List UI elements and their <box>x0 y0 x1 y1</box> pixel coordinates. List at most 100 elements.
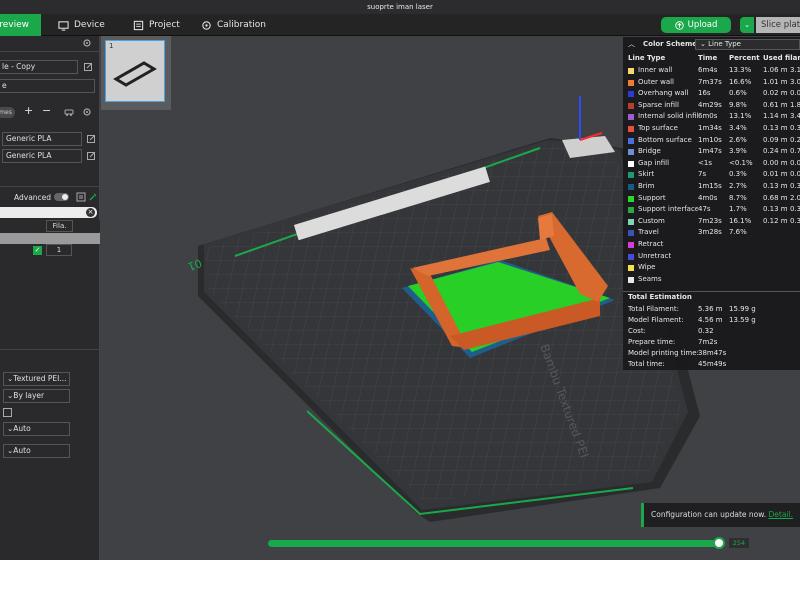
bottom-blank-area <box>0 560 800 600</box>
legend-row[interactable]: Internal solid infill 6m0s 13.1% 1.14 m 3.4 <box>623 111 800 123</box>
legend-color-swatch <box>628 68 634 74</box>
advanced-toggle[interactable] <box>54 193 69 201</box>
edit-icon[interactable] <box>83 62 93 72</box>
settings-sidebar: le - Copy e mes + − Generic PLA Generic … <box>0 36 100 560</box>
slice-plate-button[interactable]: Slice plate <box>756 17 800 33</box>
legend-weight: 3.1 <box>790 66 800 74</box>
edit-icon[interactable] <box>86 134 96 144</box>
legend-line-type: Custom <box>638 216 665 225</box>
legend-row[interactable]: Sparse infill 4m29s 9.8% 0.61 m 1.8 <box>623 100 800 112</box>
slice-dropdown-button[interactable]: ⌄ <box>740 17 754 33</box>
legend-time: 6m4s <box>698 66 718 74</box>
remove-icon[interactable]: − <box>42 104 51 117</box>
legend-color-swatch <box>628 218 634 225</box>
plate-type-select[interactable]: ⌄Textured PEI... <box>3 372 70 386</box>
color-scheme-select[interactable]: ⌄ Line Type <box>695 39 800 50</box>
legend-row[interactable]: Bottom surface 1m10s 2.6% 0.09 m 0.2 <box>623 135 800 147</box>
legend-row[interactable]: Inner wall 6m4s 13.3% 1.06 m 3.1 <box>623 65 800 77</box>
sequence-select[interactable]: ⌄By layer <box>3 389 70 403</box>
legend-line-type: Inner wall <box>638 66 673 74</box>
process-profile-field[interactable]: e <box>0 79 95 93</box>
legend-row[interactable]: Unretract <box>623 251 800 263</box>
legend-percent: 16.6% <box>729 77 752 86</box>
notification-detail-link[interactable]: Detail. <box>768 510 792 519</box>
legend-percent: 13.3% <box>729 66 752 74</box>
total-value-1: 7m2s <box>698 338 718 346</box>
filament-2-field[interactable]: Generic PLA <box>2 149 82 163</box>
list-icon[interactable] <box>76 192 86 202</box>
plate-thumbnail[interactable]: 1 <box>101 36 171 110</box>
upload-button[interactable]: Upload <box>661 17 731 33</box>
legend-time: 3m28s <box>698 228 722 237</box>
gear-icon[interactable] <box>82 107 92 117</box>
auto-select-1[interactable]: ⌄Auto <box>3 422 70 436</box>
legend-length: 0.24 m <box>763 147 788 156</box>
model-support-tower <box>538 214 554 240</box>
legend-time: 6m0s <box>698 112 718 121</box>
legend-weight: 0.3 <box>790 205 800 214</box>
checkbox[interactable] <box>3 408 12 417</box>
tab-device[interactable]: Device <box>58 14 105 36</box>
auto-select-2[interactable]: ⌄Auto <box>3 444 70 458</box>
gear-icon[interactable] <box>82 38 92 48</box>
total-row: Model Filament: 4.56 m 13.59 g <box>623 315 800 327</box>
total-label: Prepare time: <box>628 338 676 346</box>
filament-number-cell[interactable]: 1 <box>46 244 72 256</box>
legend-row[interactable]: Seams <box>623 274 800 286</box>
project-icon <box>133 20 144 30</box>
legend-time: 16s <box>698 89 711 98</box>
wrench-icon[interactable] <box>88 192 98 202</box>
legend-color-swatch <box>628 114 634 121</box>
layer-slider-handle[interactable] <box>713 537 725 549</box>
total-label: Total Filament: <box>628 305 679 313</box>
collapse-icon[interactable]: ︿ <box>628 39 635 49</box>
tab-calibration[interactable]: Calibration <box>201 14 266 36</box>
legend-row[interactable]: Wipe <box>623 262 800 274</box>
legend-header-percent: Percent <box>729 54 760 62</box>
plate-preview-image <box>113 61 157 87</box>
legend-row[interactable]: Brim 1m15s 2.7% 0.13 m 0.3 <box>623 181 800 193</box>
color-scheme-legend: ︿ Color Scheme ⌄ Line Type Line Type Tim… <box>623 37 800 370</box>
total-estimation-label: Total Estimation <box>628 293 692 301</box>
legend-row[interactable]: Support 4m0s 8.7% 0.68 m 2.0 <box>623 193 800 205</box>
legend-row[interactable]: Gap infill <1s <0.1% 0.00 m 0.0 <box>623 158 800 170</box>
add-icon[interactable]: + <box>24 104 33 117</box>
printer-profile-field[interactable]: le - Copy <box>0 60 78 74</box>
total-row: Prepare time: 7m2s <box>623 337 800 349</box>
legend-row[interactable]: Bridge 1m47s 3.9% 0.24 m 0.7 <box>623 146 800 158</box>
tab-project[interactable]: Project <box>133 14 180 36</box>
divider <box>0 186 100 187</box>
clear-icon[interactable]: × <box>86 208 95 217</box>
legend-row[interactable]: Top surface 1m34s 3.4% 0.13 m 0.3 <box>623 123 800 135</box>
auto-select-2-value: Auto <box>13 446 31 455</box>
legend-length: 0.61 m <box>763 100 788 109</box>
legend-row[interactable]: Custom 7m23s 16.1% 0.12 m 0.3 <box>623 216 800 228</box>
layer-slider-track[interactable] <box>268 540 722 547</box>
legend-row[interactable]: Retract <box>623 239 800 251</box>
legend-row[interactable]: Travel 3m28s 7.6% <box>623 227 800 239</box>
legend-color-swatch <box>628 102 634 109</box>
legend-time: 7m23s <box>698 216 722 225</box>
edit-icon[interactable] <box>86 151 96 161</box>
table-row-selected[interactable] <box>0 233 100 244</box>
legend-line-type: Internal solid infill <box>638 112 698 121</box>
filament-1-field[interactable]: Generic PLA <box>2 132 82 146</box>
legend-percent: 0.6% <box>729 89 747 98</box>
legend-weight: 2.0 <box>790 193 800 202</box>
upload-icon <box>674 20 684 30</box>
legend-row[interactable]: Support interface 47s 1.7% 0.13 m 0.3 <box>623 204 800 216</box>
total-value-1: 38m47s <box>698 349 727 357</box>
total-value-1: 45m49s <box>698 360 727 368</box>
checkbox-checked[interactable]: ✓ <box>33 246 42 255</box>
legend-row[interactable]: Outer wall 7m37s 16.6% 1.01 m 3.0 <box>623 77 800 89</box>
legend-line-type: Bottom surface <box>638 135 692 144</box>
items-chip[interactable]: mes <box>0 107 15 118</box>
divider <box>0 349 100 350</box>
legend-percent: 2.7% <box>729 182 747 190</box>
plate-thumbnail-frame[interactable]: 1 <box>105 40 165 102</box>
legend-row[interactable]: Overhang wall 16s 0.6% 0.02 m 0.0 <box>623 88 800 100</box>
tab-preview[interactable]: review <box>0 14 41 36</box>
search-input[interactable]: × <box>0 207 97 218</box>
legend-row[interactable]: Skirt 7s 0.3% 0.01 m 0.0 <box>623 169 800 181</box>
car-icon[interactable] <box>64 107 74 117</box>
